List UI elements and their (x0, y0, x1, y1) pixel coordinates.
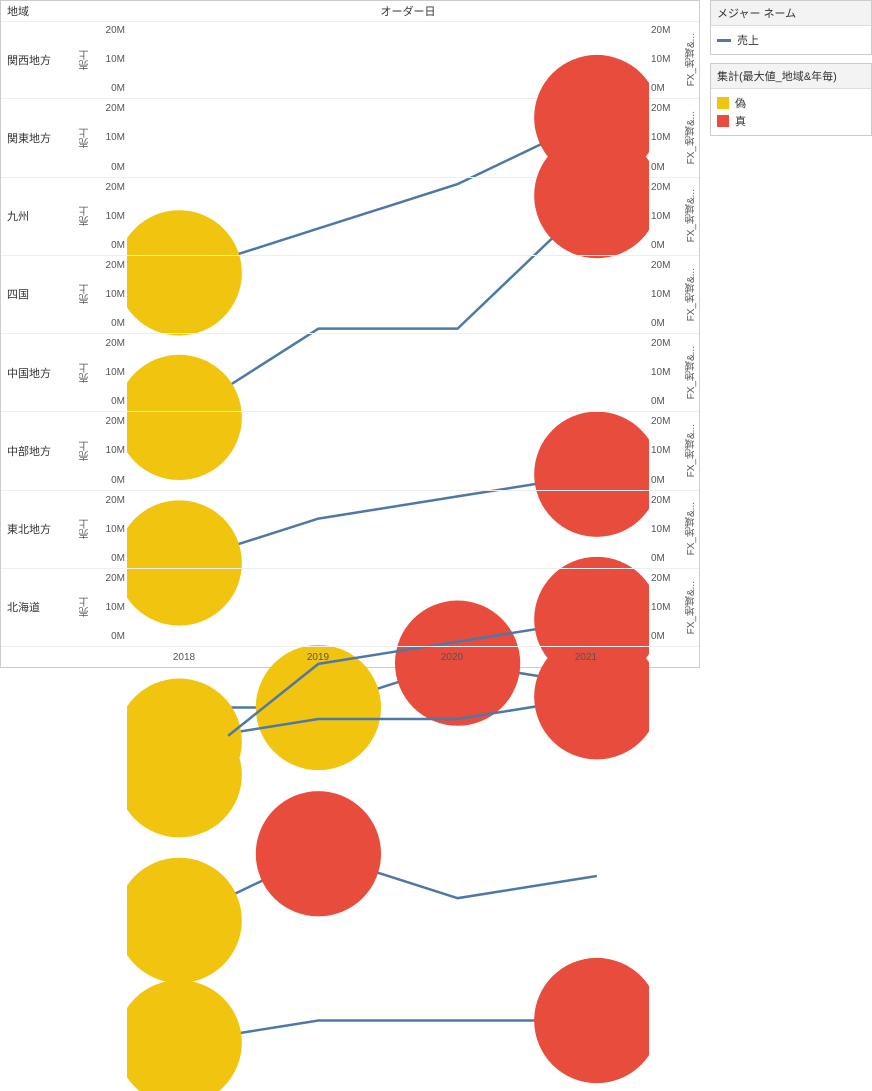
y-left-axis-label: 売上 (78, 128, 93, 148)
legend-agg: 集計(最大値_地域&年毎) 偽 真 (710, 63, 872, 136)
region-label: 中部地方 (1, 412, 77, 489)
y-right-axis-label: FX_地域&... (684, 33, 699, 86)
y-right-axis-label: FX_地域&... (684, 502, 699, 555)
legend-measure: メジャー ネーム 売上 (710, 0, 872, 55)
y-left-ticks: 20M10M0M (93, 21, 127, 98)
y-left-ticks: 20M10M0M (93, 491, 127, 568)
plot-cell[interactable] (127, 99, 649, 176)
x-tick: 2018 (117, 652, 251, 663)
plot-cell[interactable] (127, 178, 649, 255)
y-left-ticks: 20M10M0M (93, 99, 127, 176)
true-swatch (717, 115, 729, 127)
y-left-ticks: 20M10M0M (93, 256, 127, 333)
chart-row: 九州売上20M10M0M 20M10M0MFX_地域&... (1, 178, 699, 256)
y-left-axis-label: 売上 (78, 519, 93, 539)
legend-item-false[interactable]: 偽 (717, 95, 865, 111)
y-right-ticks: 20M10M0M (649, 256, 683, 333)
y-left-axis-label: 売上 (78, 597, 93, 617)
sales-line[interactable] (179, 1020, 597, 1042)
chart-row: 関東地方売上20M10M0M 20M10M0MFX_地域&... (1, 99, 699, 177)
legend-item-true[interactable]: 真 (717, 113, 865, 129)
y-left-ticks: 20M10M0M (93, 334, 127, 411)
x-tick: 2020 (385, 652, 519, 663)
chart-row: 関西地方売上20M10M0M 20M10M0MFX_地域&... (1, 21, 699, 99)
y-right-axis-label: FX_地域&... (684, 581, 699, 634)
y-left-axis-label: 売上 (78, 363, 93, 383)
region-label: 四国 (1, 256, 77, 333)
y-left-ticks: 20M10M0M (93, 178, 127, 255)
line-swatch (717, 39, 731, 42)
legend-item-label: 偽 (735, 95, 746, 111)
plot-cell[interactable] (127, 21, 649, 98)
y-left-axis-label: 売上 (78, 284, 93, 304)
chart-row: 東北地方売上20M10M0M 20M10M0MFX_地域&... (1, 491, 699, 569)
y-right-axis-label: FX_地域&... (684, 346, 699, 399)
x-tick: 2021 (519, 652, 653, 663)
header-region: 地域 (1, 3, 117, 19)
region-label: 関西地方 (1, 21, 77, 98)
plot-cell[interactable] (127, 569, 649, 646)
y-right-ticks: 20M10M0M (649, 21, 683, 98)
plot-cell[interactable] (127, 256, 649, 333)
y-right-ticks: 20M10M0M (649, 178, 683, 255)
plot-cell[interactable] (127, 412, 649, 489)
y-right-ticks: 20M10M0M (649, 412, 683, 489)
plot-cell[interactable] (127, 491, 649, 568)
legend-agg-title: 集計(最大値_地域&年毎) (711, 64, 871, 89)
x-tick: 2019 (251, 652, 385, 663)
region-label: 東北地方 (1, 491, 77, 568)
chart-row: 中国地方売上20M10M0M 20M10M0MFX_地域&... (1, 334, 699, 412)
chart-row: 北海道売上20M10M0M 20M10M0MFX_地域&... (1, 569, 699, 647)
y-left-axis-label: 売上 (78, 50, 93, 70)
chart-row: 四国売上20M10M0M 20M10M0MFX_地域&... (1, 256, 699, 334)
region-label: 九州 (1, 178, 77, 255)
chart-row: 中部地方売上20M10M0M 20M10M0MFX_地域&... (1, 412, 699, 490)
region-label: 関東地方 (1, 99, 77, 176)
y-left-axis-label: 売上 (78, 441, 93, 461)
y-right-axis-label: FX_地域&... (684, 111, 699, 164)
region-label: 中国地方 (1, 334, 77, 411)
plot-cell[interactable] (127, 334, 649, 411)
y-right-ticks: 20M10M0M (649, 491, 683, 568)
y-right-ticks: 20M10M0M (649, 334, 683, 411)
legend-item-sales[interactable]: 売上 (717, 32, 865, 48)
y-right-axis-label: FX_地域&... (684, 189, 699, 242)
false-swatch (717, 97, 729, 109)
y-left-ticks: 20M10M0M (93, 569, 127, 646)
legend-area: メジャー ネーム 売上 集計(最大値_地域&年毎) 偽 真 (700, 0, 872, 668)
region-label: 北海道 (1, 569, 77, 646)
legend-item-label: 真 (735, 113, 746, 129)
chart-area: 地域 オーダー日 関西地方売上20M10M0M 20M10M0MFX_地域&..… (0, 0, 700, 668)
y-left-ticks: 20M10M0M (93, 412, 127, 489)
y-right-ticks: 20M10M0M (649, 99, 683, 176)
marker-false[interactable] (127, 980, 242, 1091)
y-right-ticks: 20M10M0M (649, 569, 683, 646)
y-right-axis-label: FX_地域&... (684, 268, 699, 321)
marker-true[interactable] (534, 958, 649, 1083)
y-right-axis-label: FX_地域&... (684, 424, 699, 477)
header-date: オーダー日 (117, 3, 699, 19)
legend-measure-title: メジャー ネーム (711, 1, 871, 26)
y-left-axis-label: 売上 (78, 206, 93, 226)
legend-item-label: 売上 (737, 32, 759, 48)
